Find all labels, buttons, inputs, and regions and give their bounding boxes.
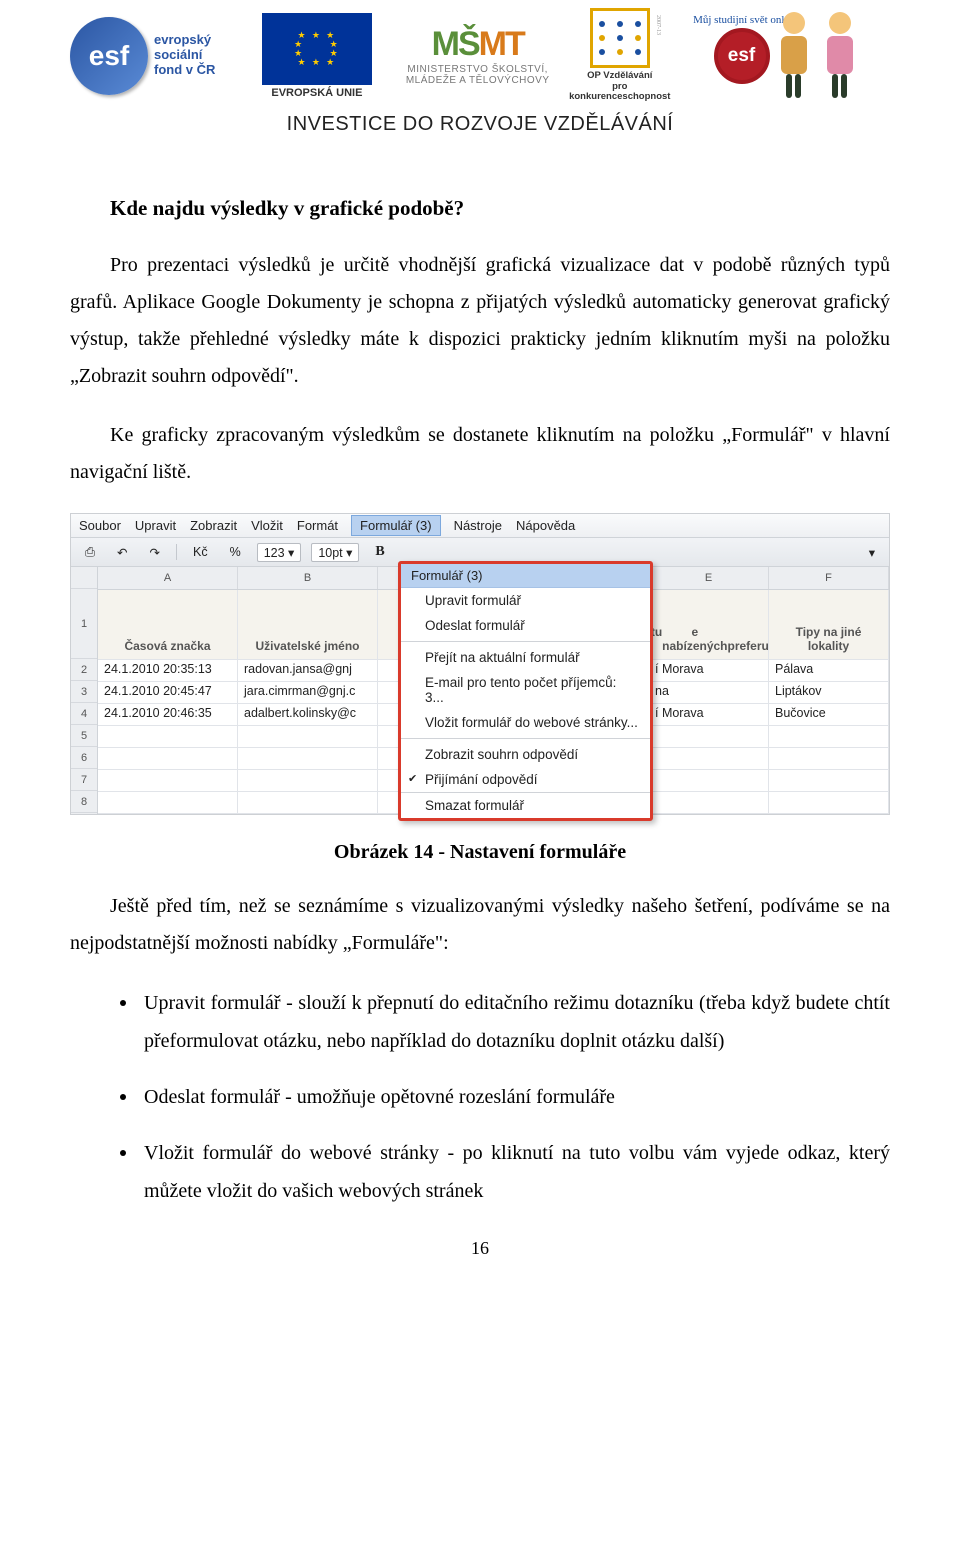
row-headers: 1 2 3 4 5 6 7 8 xyxy=(71,567,98,814)
dropdown-separator xyxy=(401,738,650,739)
cartoon-girl-icon xyxy=(818,12,862,100)
paragraph-3: Ještě před tím, než se seznámíme s vizua… xyxy=(70,888,890,962)
col-header-f[interactable]: F xyxy=(769,567,889,589)
menubar: Soubor Upravit Zobrazit Vložit Formát Fo… xyxy=(71,514,889,538)
col-header-e[interactable]: E xyxy=(649,567,769,589)
msmt-mark-icon: MŠMT xyxy=(401,25,555,64)
dd-prijimani-odpovedi[interactable]: Přijímání odpovědí xyxy=(401,767,650,792)
cell[interactable]: Pálava xyxy=(769,660,889,682)
esf-circle-icon: esf xyxy=(70,17,148,95)
menu-format[interactable]: Formát xyxy=(297,518,338,533)
eu-caption: EVROPSKÁ UNIE xyxy=(271,87,362,99)
menu-nastroje[interactable]: Nástroje xyxy=(454,518,502,533)
fontsize-dropdown[interactable]: 10pt ▾ xyxy=(311,543,359,562)
invest-tagline: INVESTICE DO ROZVOJE VZDĚLÁVÁNÍ xyxy=(70,113,890,136)
row-header-5[interactable]: 5 xyxy=(71,725,97,747)
eu-flag-logo: ★ ★ ★★ ★★ ★★ ★ ★ EVROPSKÁ UNIE xyxy=(247,13,387,99)
eu-flag-icon: ★ ★ ★★ ★★ ★★ ★ ★ xyxy=(262,13,372,85)
op-square-icon: 2007-13 xyxy=(590,8,650,68)
list-item: Odeslat formulář - umožňuje opětovné roz… xyxy=(114,1078,890,1116)
esf-logo: esf evropskýsociálnífond v ČR xyxy=(70,8,233,103)
menu-upravit[interactable]: Upravit xyxy=(135,518,176,533)
cell[interactable]: Liptákov xyxy=(769,682,889,704)
number-format-dropdown[interactable]: 123 ▾ xyxy=(257,543,302,562)
msmt-line2: MLÁDEŽE A TĚLOVÝCHOVY xyxy=(401,75,555,86)
dd-smazat-formular[interactable]: Smazat formulář xyxy=(401,792,650,818)
msmt-line1: MINISTERSTVO ŠKOLSTVÍ, xyxy=(401,64,555,75)
percent-button[interactable]: % xyxy=(224,543,247,561)
redo-icon[interactable]: ↷ xyxy=(144,543,166,562)
bullet-list: Upravit formulář - slouží k přepnutí do … xyxy=(114,984,890,1210)
paragraph-1: Pro prezentaci výsledků je určitě vhodně… xyxy=(70,247,890,395)
row-header-3[interactable]: 3 xyxy=(71,681,97,703)
paragraph-2: Ke graficky zpracovaným výsledkům se dos… xyxy=(70,417,890,491)
currency-button[interactable]: Kč xyxy=(187,543,214,561)
undo-icon[interactable]: ↶ xyxy=(111,543,133,562)
cell[interactable]: na xyxy=(649,682,769,704)
formular-dropdown: Formulář (3) Upravit formulář Odeslat fo… xyxy=(398,561,653,821)
more-dropdown-icon[interactable]: ▾ xyxy=(863,543,881,562)
col-header-a[interactable]: A xyxy=(98,567,238,589)
dd-vlozit-do-webu[interactable]: Vložit formulář do webové stránky... xyxy=(401,710,650,735)
row-header-7[interactable]: 7 xyxy=(71,769,97,791)
cell[interactable]: adalbert.kolinsky@c xyxy=(238,704,378,726)
list-item: Vložit formulář do webové stránky - po k… xyxy=(114,1134,890,1210)
header-logo-band: esf evropskýsociálnífond v ČR ★ ★ ★★ ★★ … xyxy=(70,0,890,109)
print-icon[interactable]: ⎙ xyxy=(79,543,101,562)
col-header-b[interactable]: B xyxy=(238,567,378,589)
menu-napoveda[interactable]: Nápověda xyxy=(516,518,575,533)
row-header-1[interactable]: 1 xyxy=(71,589,97,659)
cell[interactable]: radovan.jansa@gnj xyxy=(238,660,378,682)
bold-button[interactable]: B xyxy=(369,542,390,562)
corner-cell xyxy=(71,567,97,589)
cell[interactable]: í Morava xyxy=(649,704,769,726)
op-vzdelavani-logo: 2007-13 OP Vzdělávání pro konkurencescho… xyxy=(569,8,671,102)
menu-vlozit[interactable]: Vložit xyxy=(251,518,283,533)
header-cell-locality[interactable]: kou lokalitu ze nabízenýchpreferujete? xyxy=(649,590,769,660)
cell[interactable]: 24.1.2010 20:45:47 xyxy=(98,682,238,704)
menu-zobrazit[interactable]: Zobrazit xyxy=(190,518,237,533)
row-header-8[interactable]: 8 xyxy=(71,791,97,813)
dd-prejit-na-formular[interactable]: Přejít na aktuální formulář xyxy=(401,645,650,670)
page-number: 16 xyxy=(70,1238,890,1259)
studijni-svet-logo: Můj studijní svět online esf xyxy=(685,12,890,100)
menu-formular[interactable]: Formulář (3) xyxy=(351,515,441,536)
section-heading: Kde najdu výsledky v grafické podobě? xyxy=(70,196,890,221)
app-screenshot: Soubor Upravit Zobrazit Vložit Formát Fo… xyxy=(70,513,890,815)
row-header-4[interactable]: 4 xyxy=(71,703,97,725)
dd-upravit-formular[interactable]: Upravit formulář xyxy=(401,588,650,613)
dropdown-separator xyxy=(401,641,650,642)
menu-soubor[interactable]: Soubor xyxy=(79,518,121,533)
dropdown-header[interactable]: Formulář (3) xyxy=(401,564,650,588)
msmt-logo: MŠMT MINISTERSTVO ŠKOLSTVÍ, MLÁDEŽE A TĚ… xyxy=(401,25,555,86)
figure-caption: Obrázek 14 - Nastavení formuláře xyxy=(70,841,890,864)
header-cell-tips[interactable]: Tipy na jiné lokality xyxy=(769,590,889,660)
dd-email-prijemcu[interactable]: E-mail pro tento počet příjemců: 3... xyxy=(401,670,650,710)
dd-zobrazit-souhrn[interactable]: Zobrazit souhrn odpovědí xyxy=(401,742,650,767)
esf-text: evropskýsociálnífond v ČR xyxy=(154,33,215,78)
header-cell-username[interactable]: Uživatelské jméno xyxy=(238,590,378,660)
list-item: Upravit formulář - slouží k přepnutí do … xyxy=(114,984,890,1060)
row-header-6[interactable]: 6 xyxy=(71,747,97,769)
cell[interactable]: Bučovice xyxy=(769,704,889,726)
row-header-2[interactable]: 2 xyxy=(71,659,97,681)
esf-badge-icon: esf xyxy=(714,28,770,84)
cell[interactable]: 24.1.2010 20:35:13 xyxy=(98,660,238,682)
op-caption-2: pro konkurenceschopnost xyxy=(569,82,671,103)
cell[interactable]: í Morava xyxy=(649,660,769,682)
spreadsheet-grid: 1 2 3 4 5 6 7 8 A B E F Časov xyxy=(71,567,889,814)
cell[interactable]: 24.1.2010 20:46:35 xyxy=(98,704,238,726)
cell[interactable]: jara.cimrman@gnj.c xyxy=(238,682,378,704)
dd-odeslat-formular[interactable]: Odeslat formulář xyxy=(401,613,650,638)
header-cell-timestamp[interactable]: Časová značka xyxy=(98,590,238,660)
cartoon-boy-icon xyxy=(772,12,816,100)
